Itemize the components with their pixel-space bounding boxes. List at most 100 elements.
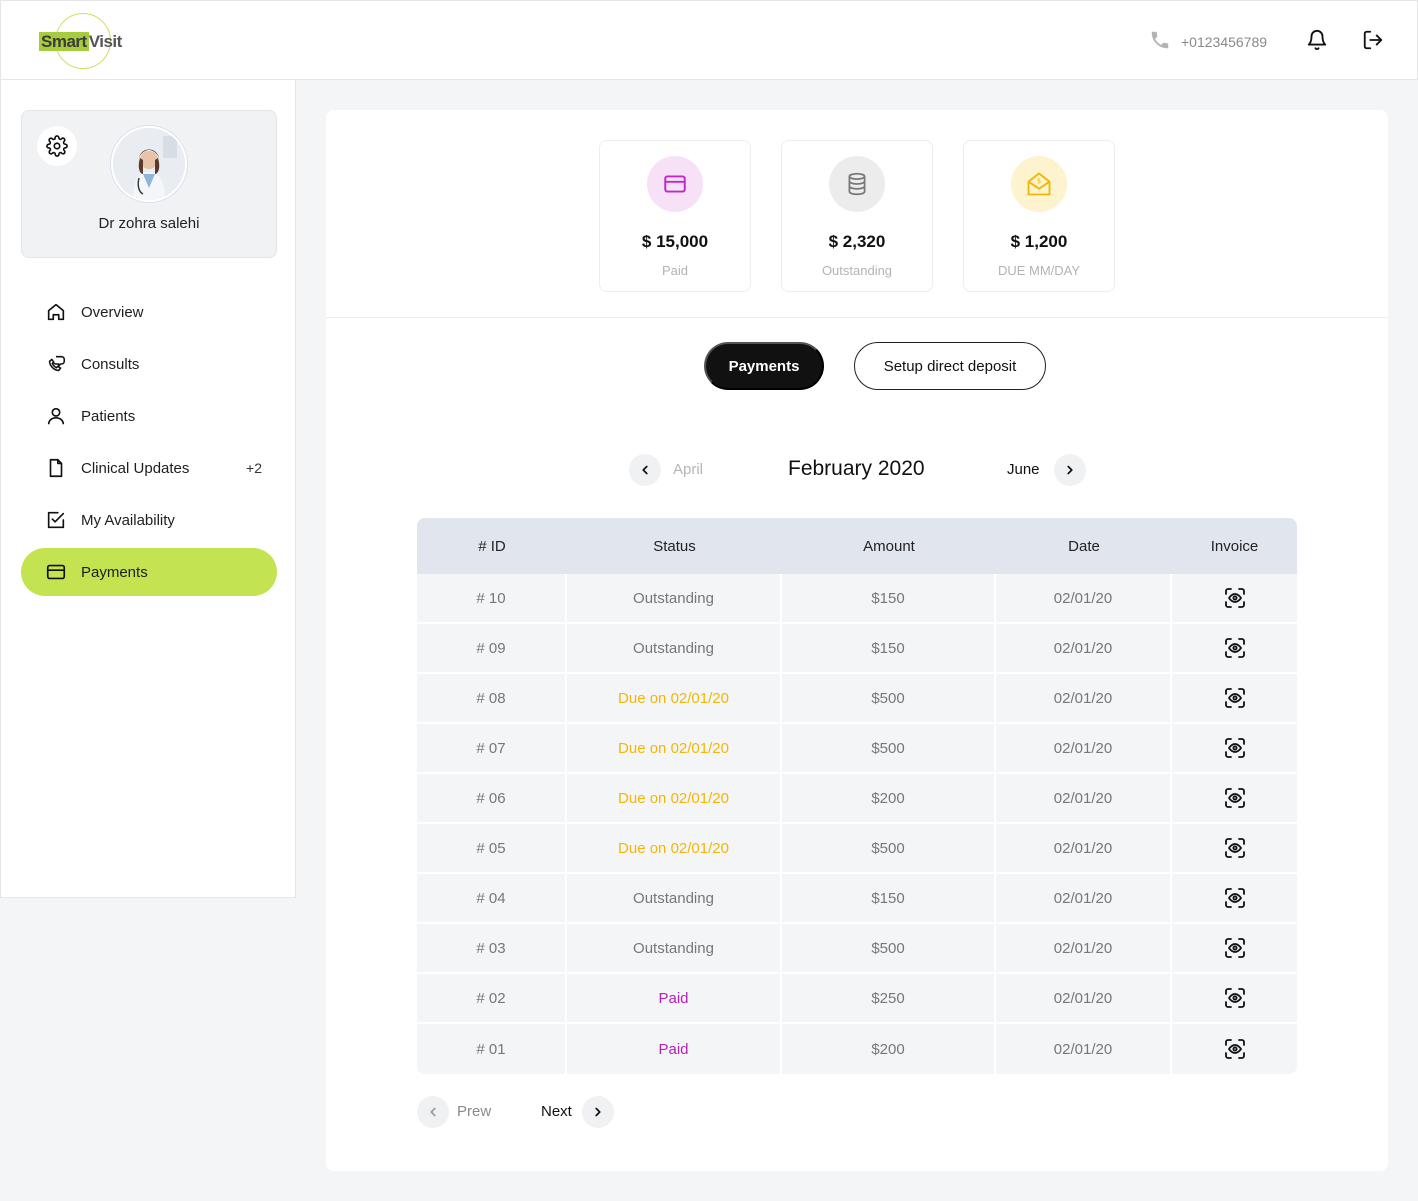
current-month-title: February 2020 <box>788 457 925 480</box>
sidebar-nav: Overview Consults Patients Clinical Upda… <box>21 288 277 600</box>
view-invoice-icon[interactable] <box>1172 974 1297 1022</box>
pager-prev-label[interactable]: Prew <box>457 1103 491 1120</box>
table-row: # 01 Paid $200 02/01/20 <box>417 1024 1297 1074</box>
phone-contact[interactable]: +0123456789 <box>1149 29 1267 54</box>
summary-card-outstanding: $ 2,320 Outstanding <box>781 140 933 292</box>
pager-next-label[interactable]: Next <box>541 1103 572 1120</box>
view-invoice-icon[interactable] <box>1172 1024 1297 1074</box>
home-icon <box>45 301 67 323</box>
credit-card-icon <box>647 156 703 212</box>
summary-card-due: $ $ 1,200 DUE MM/DAY <box>963 140 1115 292</box>
cell-amount: $500 <box>782 824 996 872</box>
payment-tabs: Payments Setup direct deposit <box>704 342 1046 390</box>
cell-id: # 02 <box>417 974 567 1022</box>
phone-icon <box>1149 29 1171 54</box>
cell-date: 02/01/20 <box>996 874 1172 922</box>
table-body: # 10 Outstanding $150 02/01/20 # 09 Outstandi… <box>417 574 1297 1074</box>
cell-id: # 10 <box>417 574 567 622</box>
sidebar-item-clinical-updates[interactable]: Clinical Updates +2 <box>21 444 277 492</box>
cell-id: # 01 <box>417 1024 567 1074</box>
cell-date: 02/01/20 <box>996 774 1172 822</box>
cell-status: Due on 02/01/20 <box>567 824 782 872</box>
view-invoice-icon[interactable] <box>1172 774 1297 822</box>
view-invoice-icon[interactable] <box>1172 674 1297 722</box>
summary-card-paid: $ 15,000 Paid <box>599 140 751 292</box>
bell-icon[interactable] <box>1305 28 1329 52</box>
cell-date: 02/01/20 <box>996 574 1172 622</box>
logout-icon[interactable] <box>1361 28 1385 52</box>
table-row: # 07 Due on 02/01/20 $500 02/01/20 <box>417 724 1297 774</box>
payments-table: # ID Status Amount Date Invoice # 10 Outs… <box>417 518 1297 1074</box>
payments-tab-button[interactable]: Payments <box>704 342 824 390</box>
view-invoice-icon[interactable] <box>1172 824 1297 872</box>
header-invoice: Invoice <box>1210 537 1259 555</box>
settings-gear-icon[interactable] <box>37 126 77 166</box>
cell-status: Due on 02/01/20 <box>567 774 782 822</box>
view-invoice-icon[interactable] <box>1172 574 1297 622</box>
sidebar-item-overview[interactable]: Overview <box>21 288 277 336</box>
cell-date: 02/01/20 <box>996 674 1172 722</box>
next-month-label[interactable]: June <box>1007 461 1040 478</box>
summary-section: $ 15,000 Paid $ 2,320 Outstanding $ $ 1,… <box>326 110 1388 318</box>
table-header: # ID Status Amount Date Invoice <box>417 518 1297 574</box>
pager-next-chevron-right-icon[interactable] <box>582 1096 614 1128</box>
next-month-chevron-right-icon[interactable] <box>1054 454 1086 486</box>
card-icon <box>45 561 67 583</box>
cell-amount: $150 <box>782 874 996 922</box>
table-row: # 08 Due on 02/01/20 $500 02/01/20 <box>417 674 1297 724</box>
table-row: # 09 Outstanding $150 02/01/20 <box>417 624 1297 674</box>
view-invoice-icon[interactable] <box>1172 874 1297 922</box>
cell-date: 02/01/20 <box>996 1024 1172 1074</box>
logo-wordmark: Smart Visit <box>39 32 122 52</box>
table-row: # 04 Outstanding $150 02/01/20 <box>417 874 1297 924</box>
prev-month-chevron-left-icon[interactable] <box>629 454 661 486</box>
cell-status: Outstanding <box>567 874 782 922</box>
due-label: DUE MM/DAY <box>997 263 1081 278</box>
profile-card: Dr zohra salehi <box>21 110 277 258</box>
cell-status: Outstanding <box>567 924 782 972</box>
cell-date: 02/01/20 <box>996 724 1172 772</box>
coins-stack-icon <box>829 156 885 212</box>
phone-number: +0123456789 <box>1181 33 1268 50</box>
cell-status: Paid <box>567 974 782 1022</box>
cell-amount: $250 <box>782 974 996 1022</box>
header-status: Status <box>653 537 696 555</box>
cell-amount: $500 <box>782 674 996 722</box>
doctor-name: Dr zohra salehi <box>98 215 200 232</box>
svg-text:$: $ <box>1037 177 1041 185</box>
cell-date: 02/01/20 <box>996 824 1172 872</box>
cell-status: Outstanding <box>567 624 782 672</box>
table-row: # 06 Due on 02/01/20 $200 02/01/20 <box>417 774 1297 824</box>
outstanding-amount: $ 2,320 <box>828 232 886 251</box>
table-row: # 10 Outstanding $150 02/01/20 <box>417 574 1297 624</box>
view-invoice-icon[interactable] <box>1172 624 1297 672</box>
view-invoice-icon[interactable] <box>1172 924 1297 972</box>
logo-smart-text: Smart <box>39 32 89 51</box>
cell-amount: $200 <box>782 774 996 822</box>
sidebar-item-my-availability[interactable]: My Availability <box>21 496 277 544</box>
cell-id: # 03 <box>417 924 567 972</box>
sidebar: Dr zohra salehi Overview Consults Patien… <box>0 80 296 898</box>
pagination: Prew Next <box>417 1096 717 1128</box>
sidebar-item-label: Overview <box>81 303 144 321</box>
smart-visit-logo[interactable]: Smart Visit <box>39 13 131 69</box>
cell-id: # 08 <box>417 674 567 722</box>
checkbox-icon <box>45 509 67 531</box>
pager-prev-chevron-left-icon[interactable] <box>417 1096 449 1128</box>
table-row: # 03 Outstanding $500 02/01/20 <box>417 924 1297 974</box>
sidebar-item-label: Patients <box>81 407 136 425</box>
setup-direct-deposit-button[interactable]: Setup direct deposit <box>854 342 1046 390</box>
prev-month-label[interactable]: April <box>673 461 703 478</box>
document-icon <box>45 457 67 479</box>
sidebar-item-patients[interactable]: Patients <box>21 392 277 440</box>
sidebar-item-consults[interactable]: Consults <box>21 340 277 388</box>
cell-date: 02/01/20 <box>996 924 1172 972</box>
cell-id: # 09 <box>417 624 567 672</box>
avatar[interactable] <box>111 126 187 202</box>
view-invoice-icon[interactable] <box>1172 724 1297 772</box>
cell-id: # 05 <box>417 824 567 872</box>
sidebar-item-payments[interactable]: Payments <box>21 548 277 596</box>
header-id: # ID <box>478 537 506 555</box>
logo-visit-text: Visit <box>88 32 123 51</box>
table-row: # 02 Paid $250 02/01/20 <box>417 974 1297 1024</box>
